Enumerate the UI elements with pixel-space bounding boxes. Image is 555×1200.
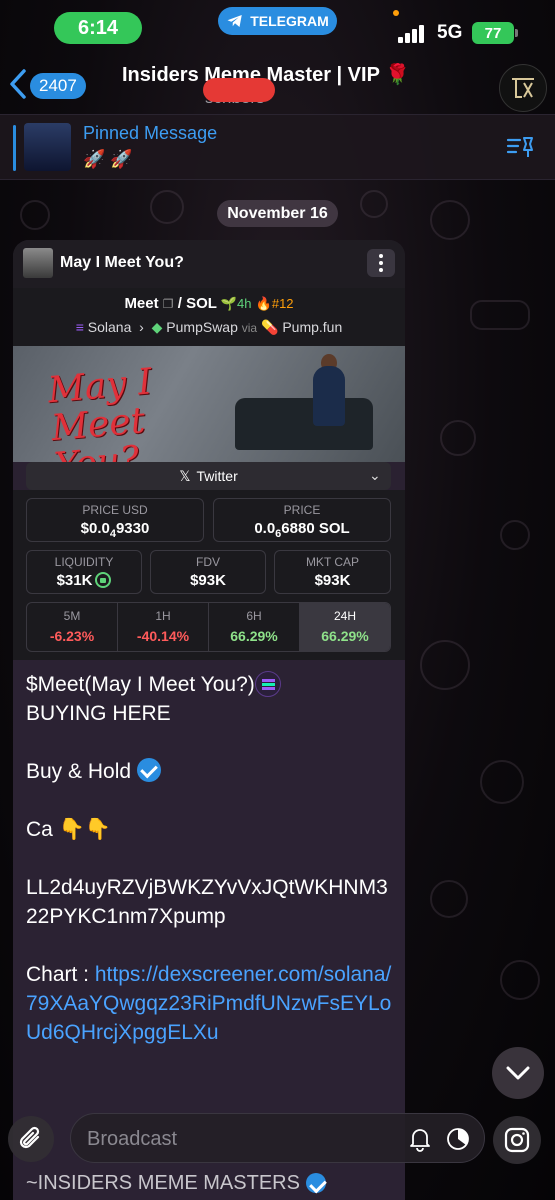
timeframe-changes: 5M -6.23% 1H -40.14% 6H 66.29% 24H 66.29% — [26, 602, 391, 652]
buy-hold-text: Buy & Hold — [26, 760, 132, 783]
price-sol-box: PRICE 0.066880 SOL — [213, 498, 391, 542]
via-label: via — [241, 321, 258, 335]
pinned-thumbnail — [24, 123, 71, 171]
pinned-indicator — [13, 125, 16, 171]
mktcap-value: $93K — [314, 572, 351, 589]
pinned-label: Pinned Message — [83, 123, 218, 143]
fdv-label: FDV — [196, 555, 220, 569]
twitter-label: Twitter — [196, 468, 238, 484]
mktcap-label: MKT CAP — [305, 555, 360, 569]
input-bar: Broadcast — [0, 1108, 555, 1170]
battery-icon: 77 — [472, 22, 518, 44]
status-time: 6:14 — [54, 12, 142, 44]
attach-button[interactable] — [8, 1116, 54, 1162]
message-body: $Meet(May I Meet You?) BUYING HERE Buy &… — [26, 670, 396, 1076]
solana-icon: ≡ — [75, 319, 84, 335]
pointing-down-icon: 👇👇 — [58, 818, 111, 841]
price-sol-value: 0.066880 SOL — [254, 520, 350, 540]
ca-label: Ca — [26, 818, 53, 841]
preview-thumbnail — [23, 248, 53, 278]
timeframe-6h[interactable]: 6H 66.29% — [209, 603, 300, 651]
fdv-value: $93K — [190, 572, 226, 589]
bell-icon[interactable] — [407, 1126, 433, 1152]
telegram-app-pill[interactable]: TELEGRAM — [218, 7, 337, 35]
sprout-icon: 🌱 — [220, 296, 238, 311]
preview-title: May I Meet You? — [60, 254, 184, 271]
camera-icon — [504, 1127, 530, 1153]
token-stats: PRICE USD $0.049330 PRICE 0.066880 SOL L… — [13, 490, 405, 660]
chevron-down-icon — [506, 1066, 530, 1080]
chat-header: 2407 Insiders Meme Master | VIP 🌹 scribe… — [0, 56, 555, 114]
banner-person — [313, 366, 345, 426]
date-separator: November 16 — [217, 200, 338, 227]
paperclip-icon — [19, 1126, 40, 1149]
price-usd-value: $0.049330 — [80, 520, 150, 540]
telegram-icon — [227, 15, 242, 27]
broadcast-placeholder: Broadcast — [87, 1128, 178, 1150]
broadcast-input[interactable]: Broadcast — [70, 1113, 485, 1163]
status-bar: 6:14 TELEGRAM 5G 77 — [0, 0, 555, 56]
verified-icon — [305, 1173, 326, 1193]
launchpad-name: Pump.fun — [282, 319, 343, 335]
chain-name: Solana — [87, 319, 132, 335]
unread-count-badge[interactable]: 2407 — [30, 73, 86, 99]
chart-label: Chart : — [26, 963, 90, 986]
token-pair-info: Meet ❐ / SOL 🌱4h 🔥#12 ≡ Solana › ◆ PumpS… — [13, 288, 405, 346]
message-line-ticker: $Meet(May I Meet You?) — [26, 673, 255, 696]
pumpswap-icon: ◆ — [151, 319, 163, 335]
liquidity-label: LIQUIDITY — [54, 555, 114, 569]
camera-button[interactable] — [493, 1116, 541, 1164]
preview-header: May I Meet You? — [13, 240, 405, 288]
twitter-link-button[interactable]: 𝕏 Twitter — [26, 462, 391, 490]
pinned-message-bar[interactable]: Pinned Message 🚀 🚀 — [0, 114, 555, 180]
token-banner-image[interactable]: May I Meet You? — [13, 346, 405, 462]
timeframe-24h[interactable]: 24H 66.29% — [300, 603, 390, 651]
mktcap-box: MKT CAP $93K — [274, 550, 391, 594]
telegram-pill-label: TELEGRAM — [250, 13, 329, 29]
price-usd-box: PRICE USD $0.049330 — [26, 498, 204, 542]
liquidity-value: $31K — [56, 572, 93, 589]
price-usd-label: PRICE USD — [82, 503, 148, 517]
message-line-buying: BUYING HERE — [26, 702, 171, 725]
privacy-indicator-dot — [393, 10, 399, 16]
pinned-text: 🚀 🚀 — [83, 149, 133, 169]
more-options-button[interactable] — [367, 249, 395, 277]
pair-quote: SOL — [186, 295, 217, 312]
timeframe-5m[interactable]: 5M -6.23% — [27, 603, 118, 651]
fdv-box: FDV $93K — [150, 550, 266, 594]
lock-icon — [95, 572, 112, 588]
verified-icon — [136, 758, 161, 782]
message-bubble[interactable]: May I Meet You? Meet ❐ / SOL 🌱4h 🔥#12 ≡ … — [13, 240, 405, 1200]
scroll-to-bottom-button[interactable] — [492, 1047, 544, 1099]
network-type: 5G — [437, 22, 463, 43]
pinned-list-icon[interactable] — [505, 134, 535, 160]
pair-token: Meet — [124, 295, 159, 312]
timeframe-1h[interactable]: 1H -40.14% — [118, 603, 209, 651]
price-label: PRICE — [283, 503, 321, 517]
timer-icon[interactable] — [445, 1126, 471, 1152]
banner-sofa — [235, 398, 373, 450]
trending-rank: #12 — [271, 296, 294, 311]
channel-logo-icon — [512, 78, 534, 98]
message-signature: ~INSIDERS MEME MASTERS — [26, 1172, 326, 1195]
pill-icon: 💊 — [261, 319, 279, 335]
copy-icon[interactable]: ❐ — [163, 297, 174, 311]
back-arrow-icon[interactable] — [8, 68, 30, 100]
liquidity-box: LIQUIDITY $31K — [26, 550, 142, 594]
channel-avatar[interactable] — [499, 64, 547, 112]
banner-text: May I Meet You? — [46, 361, 154, 462]
chevron-down-icon[interactable]: ⌄ — [369, 467, 381, 484]
x-icon: 𝕏 — [179, 467, 191, 484]
pair-age: 4h — [237, 296, 252, 311]
dex-name: PumpSwap — [166, 319, 238, 335]
solana-badge-icon — [254, 671, 281, 697]
contract-address[interactable]: LL2d4uyRZVjBWKZYvVxJQtWKHNM322PYKC1nm7Xp… — [26, 876, 388, 928]
fire-icon: 🔥 — [255, 296, 272, 311]
signal-icon — [398, 25, 428, 43]
redaction-mark — [203, 78, 275, 102]
